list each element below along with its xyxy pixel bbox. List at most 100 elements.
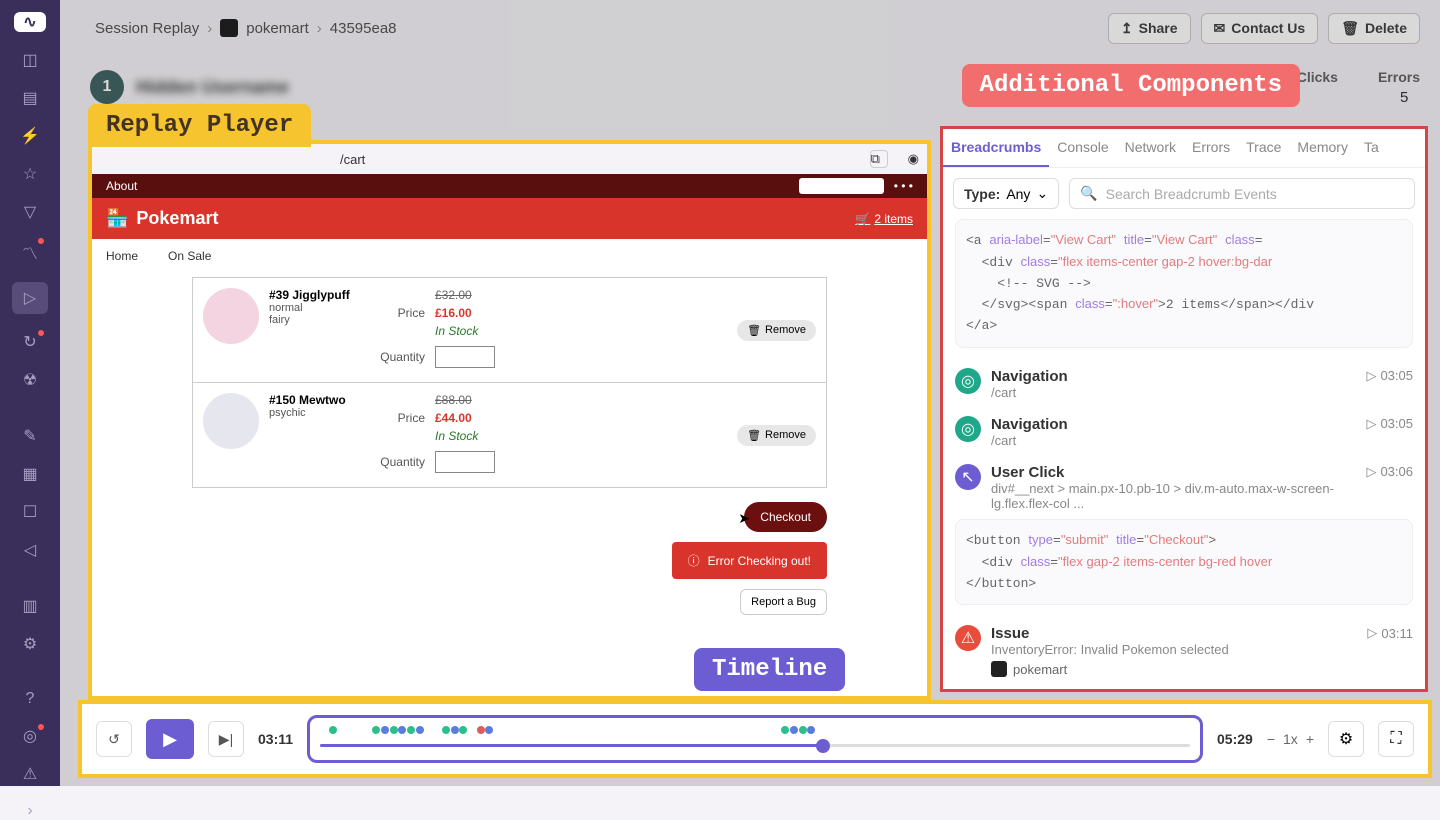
nav-icon-alerts[interactable]: ⚡ [18, 126, 42, 146]
trash-icon: 🗑 [1341, 20, 1359, 37]
nav-icon-replay[interactable]: ▷ [12, 282, 48, 314]
remove-button[interactable]: 🗑Remove [737, 425, 816, 446]
avatar: 1 [90, 70, 124, 104]
play-icon: ▷ [1366, 416, 1376, 432]
playback-controls: ↺ ▶ ▶| 03:11 05:29 − 1x + ⚙ ⛶ [78, 700, 1432, 778]
play-icon: ▷ [1366, 368, 1376, 384]
breadcrumb-root[interactable]: Session Replay [95, 20, 199, 37]
current-time: 03:11 [258, 731, 293, 747]
addressbar: /cart ⧉ ◉ [92, 144, 927, 174]
click-icon: ↖ [955, 464, 981, 490]
nav-icon-bug[interactable]: ☢ [18, 370, 42, 390]
breadcrumb-id: 43595ea8 [330, 20, 397, 37]
nav-icon-history[interactable]: ↻ [18, 332, 42, 352]
timeline[interactable] [307, 715, 1203, 763]
nav-icon-expand[interactable]: › [18, 802, 42, 820]
play-icon: ▷ [1367, 625, 1377, 641]
topbar: Session Replay › pokemart › 43595ea8 ↥Sh… [75, 0, 1440, 56]
tab-errors[interactable]: Errors [1184, 129, 1238, 167]
remove-button[interactable]: 🗑Remove [737, 320, 816, 341]
quantity-input[interactable] [435, 346, 495, 368]
fullscreen-button[interactable]: ⛶ [1378, 721, 1414, 757]
shop-logo-icon: 🏪 [106, 208, 128, 229]
replay-player: /cart ⧉ ◉ About • • • 🏪 Pokemart 🛒2 items… [88, 140, 931, 700]
nav-sale[interactable]: On Sale [168, 249, 211, 263]
trash-icon: 🗑 [747, 324, 761, 337]
tab-tags[interactable]: Ta [1356, 129, 1387, 167]
checkout-button[interactable]: ➤ Checkout [744, 502, 827, 532]
nav-icon-perf[interactable]: 〽 [18, 240, 42, 264]
shop-search-stub [799, 178, 884, 194]
share-button[interactable]: ↥Share [1108, 13, 1191, 44]
nav-icon-projects[interactable]: ◫ [18, 50, 42, 70]
menu-dots-icon[interactable]: • • • [894, 179, 913, 193]
gear-icon: ⚙ [1339, 729, 1353, 749]
breadcrumb-event[interactable]: ⚠ Issue InventoryError: Invalid Pokemon … [955, 617, 1413, 685]
tab-breadcrumbs[interactable]: Breadcrumbs [943, 129, 1049, 167]
cart-table: #39 Jigglypuff normal fairy £32.00 Price… [192, 277, 827, 488]
tab-memory[interactable]: Memory [1289, 129, 1356, 167]
nav-icon-star[interactable]: ☆ [18, 164, 42, 184]
nav-icon-settings[interactable]: ⚙ [18, 634, 42, 654]
play-button[interactable]: ▶ [146, 719, 194, 759]
search-icon: 🔍 [1080, 185, 1097, 202]
code-snippet: <button type="submit" title="Checkout"> … [955, 519, 1413, 605]
product-image [203, 288, 259, 344]
quantity-input[interactable] [435, 451, 495, 473]
total-time: 05:29 [1217, 731, 1253, 747]
delete-button[interactable]: 🗑Delete [1328, 13, 1420, 44]
recorded-page: About • • • 🏪 Pokemart 🛒2 items Home On S… [92, 174, 927, 615]
nav-icon-help[interactable]: ? [18, 690, 42, 708]
nav-icon-stats[interactable]: ▥ [18, 596, 42, 616]
nav-icon-box[interactable]: ☐ [18, 502, 42, 522]
tab-network[interactable]: Network [1117, 129, 1184, 167]
nav-icon-pin[interactable]: ✎ [18, 426, 42, 446]
copy-icon[interactable]: ⧉ [870, 150, 888, 168]
rewind-icon: ↺ [108, 731, 120, 748]
zoom-out-button[interactable]: − [1267, 731, 1275, 747]
sidebar: ∿ ◫ ▤ ⚡ ☆ ▽ 〽 ▷ ↻ ☢ ✎ ▦ ☐ ◁ ▥ ⚙ ? ◎ ⚠ › [0, 0, 60, 786]
trash-icon: 🗑 [747, 429, 761, 442]
error-banner: ⓘError Checking out! [672, 542, 827, 579]
additional-components-panel: Breadcrumbs Console Network Errors Trace… [940, 126, 1428, 692]
breadcrumb-project[interactable]: pokemart [246, 20, 309, 37]
type-filter[interactable]: Type: Any ⌄ [953, 178, 1059, 209]
chat-icon: ✉ [1214, 20, 1226, 37]
tab-trace[interactable]: Trace [1238, 129, 1289, 167]
navigation-icon: ◎ [955, 416, 981, 442]
sentry-logo[interactable]: ∿ [14, 12, 46, 32]
search-input[interactable]: 🔍Search Breadcrumb Events [1069, 178, 1415, 209]
nav-home[interactable]: Home [106, 249, 138, 263]
breadcrumb-event[interactable]: ◎ Navigation/cart ▷03:05 [955, 360, 1413, 408]
nav-icon-warning[interactable]: ⚠ [18, 764, 42, 784]
shop-about-link[interactable]: About [106, 179, 137, 193]
url-text: /cart [340, 152, 365, 167]
nav-icon-broadcast[interactable]: ◎ [18, 726, 42, 746]
callout-additional: Additional Components [962, 64, 1300, 107]
settings-button[interactable]: ⚙ [1328, 721, 1364, 757]
nav-icon-funnel[interactable]: ▽ [18, 202, 42, 222]
cursor-icon: ➤ [738, 510, 750, 527]
breadcrumb-event[interactable]: ↖ User Clickdiv#__next > main.px-10.pb-1… [955, 456, 1413, 519]
nav-icon-announce[interactable]: ◁ [18, 540, 42, 560]
nav-icon-dashboards[interactable]: ▤ [18, 88, 42, 108]
cart-link[interactable]: 🛒2 items [855, 212, 913, 226]
code-snippet: <a aria-label="View Cart" title="View Ca… [955, 219, 1413, 348]
nav-icon-grid[interactable]: ▦ [18, 464, 42, 484]
callout-timeline: Timeline [694, 648, 845, 691]
tab-console[interactable]: Console [1049, 129, 1116, 167]
error-icon: ⓘ [688, 552, 700, 569]
zoom-in-button[interactable]: + [1306, 731, 1314, 747]
scrub-track[interactable] [320, 744, 1190, 747]
skip-button[interactable]: ▶| [208, 721, 244, 757]
scrub-handle[interactable] [816, 739, 830, 753]
contact-button[interactable]: ✉Contact Us [1201, 13, 1319, 44]
session-user-name: Hidden Username [136, 77, 289, 98]
fullscreen-icon: ⛶ [1390, 730, 1401, 748]
report-bug-button[interactable]: Report a Bug [740, 589, 827, 615]
rewind-button[interactable]: ↺ [96, 721, 132, 757]
shop-brand: Pokemart [136, 208, 218, 229]
breadcrumb-event[interactable]: ◎ Navigation/cart ▷03:05 [955, 408, 1413, 456]
share-icon: ↥ [1121, 20, 1133, 37]
cart-row: #39 Jigglypuff normal fairy £32.00 Price… [193, 278, 826, 383]
